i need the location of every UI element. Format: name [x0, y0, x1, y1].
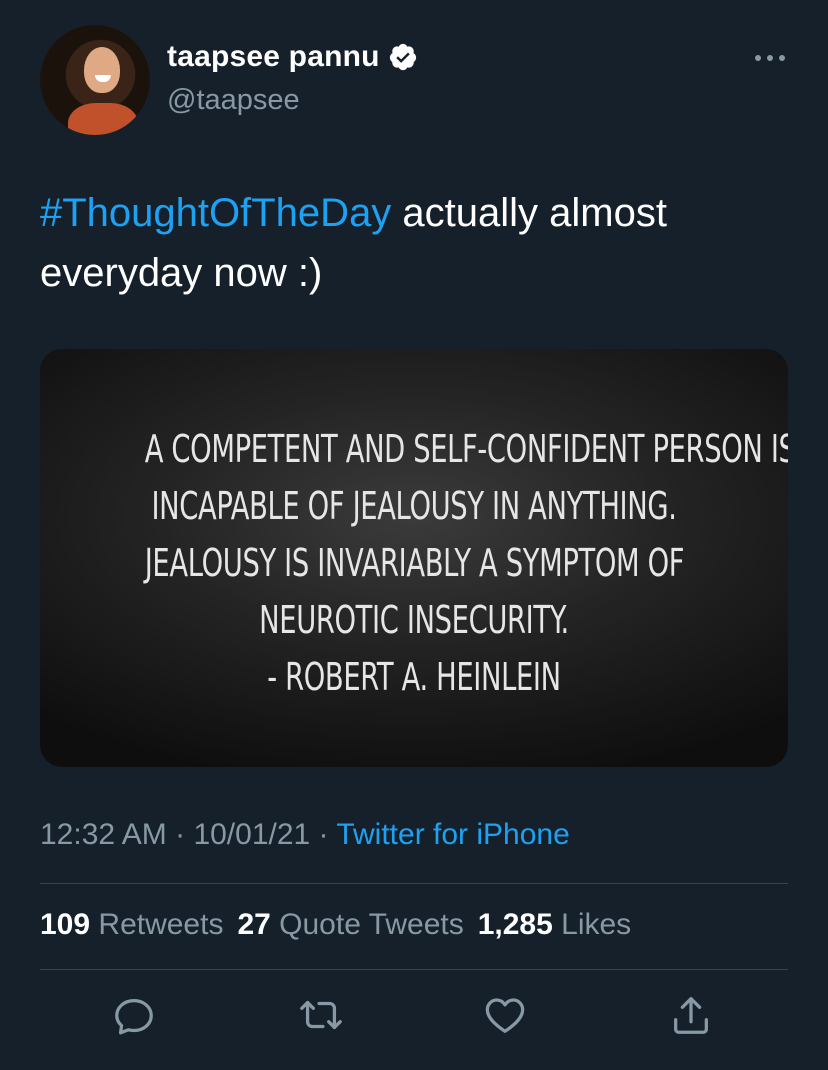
quote-line: JEALOUSY IS INVARIABLY A SYMPTOM OF — [144, 541, 685, 585]
quote-tweets-label: Quote Tweets — [270, 908, 464, 941]
tweet-meta: 12:32 AM · 10/01/21 · Twitter for iPhone — [40, 818, 570, 852]
action-bar — [0, 992, 828, 1042]
retweet-icon[interactable] — [298, 992, 344, 1038]
quote-line: INCAPABLE OF JEALOUSY IN ANYTHING. — [151, 484, 677, 528]
divider — [40, 969, 788, 970]
divider — [40, 883, 788, 884]
author-handle[interactable]: @taapsee — [167, 84, 300, 117]
tweet-text: #ThoughtOfTheDay actually almost everyda… — [40, 183, 780, 303]
likes-label: Likes — [552, 908, 632, 941]
reply-icon[interactable] — [111, 992, 157, 1038]
tweet-date[interactable]: 10/01/21 — [193, 818, 310, 851]
likes-count: 1,285 — [477, 908, 553, 941]
engagement-stats: 109 Retweets 27 Quote Tweets 1,285 Likes — [40, 908, 631, 942]
tweet-image[interactable]: A COMPETENT AND SELF-CONFIDENT PERSON IS… — [40, 349, 788, 767]
tweet-text-line2: everyday now :) — [40, 251, 323, 295]
verified-badge-icon — [388, 42, 418, 72]
tweet-text-line1: actually almost — [391, 191, 667, 235]
like-icon[interactable] — [482, 992, 528, 1038]
more-options-icon[interactable] — [752, 48, 788, 68]
share-icon[interactable] — [668, 992, 714, 1038]
hashtag-link[interactable]: #ThoughtOfTheDay — [40, 191, 391, 235]
avatar[interactable] — [40, 25, 150, 135]
quote-line: A COMPETENT AND SELF-CONFIDENT PERSON IS — [144, 427, 788, 471]
retweets-label: Retweets — [90, 908, 224, 941]
retweets-count: 109 — [40, 908, 91, 941]
tweet-source-link[interactable]: Twitter for iPhone — [336, 818, 569, 851]
tweet-detail: taapsee pannu @taapsee #ThoughtOfTheDay … — [0, 0, 828, 1070]
quote-tweets-stat[interactable]: 27 Quote Tweets — [237, 908, 463, 941]
author-display-name[interactable]: taapsee pannu — [167, 40, 380, 74]
quote-line: - ROBERT A. HEINLEIN — [267, 655, 561, 699]
author-name-row[interactable]: taapsee pannu — [167, 40, 418, 74]
meta-separator: · — [310, 818, 337, 851]
likes-stat[interactable]: 1,285 Likes — [478, 908, 631, 941]
quote-text: A COMPETENT AND SELF-CONFIDENT PERSON IS… — [40, 421, 788, 706]
retweets-stat[interactable]: 109 Retweets — [40, 908, 223, 941]
quote-tweets-count: 27 — [237, 908, 271, 941]
meta-separator: · — [166, 818, 194, 851]
tweet-time[interactable]: 12:32 AM — [40, 818, 167, 851]
quote-line: NEUROTIC INSECURITY. — [259, 598, 569, 642]
